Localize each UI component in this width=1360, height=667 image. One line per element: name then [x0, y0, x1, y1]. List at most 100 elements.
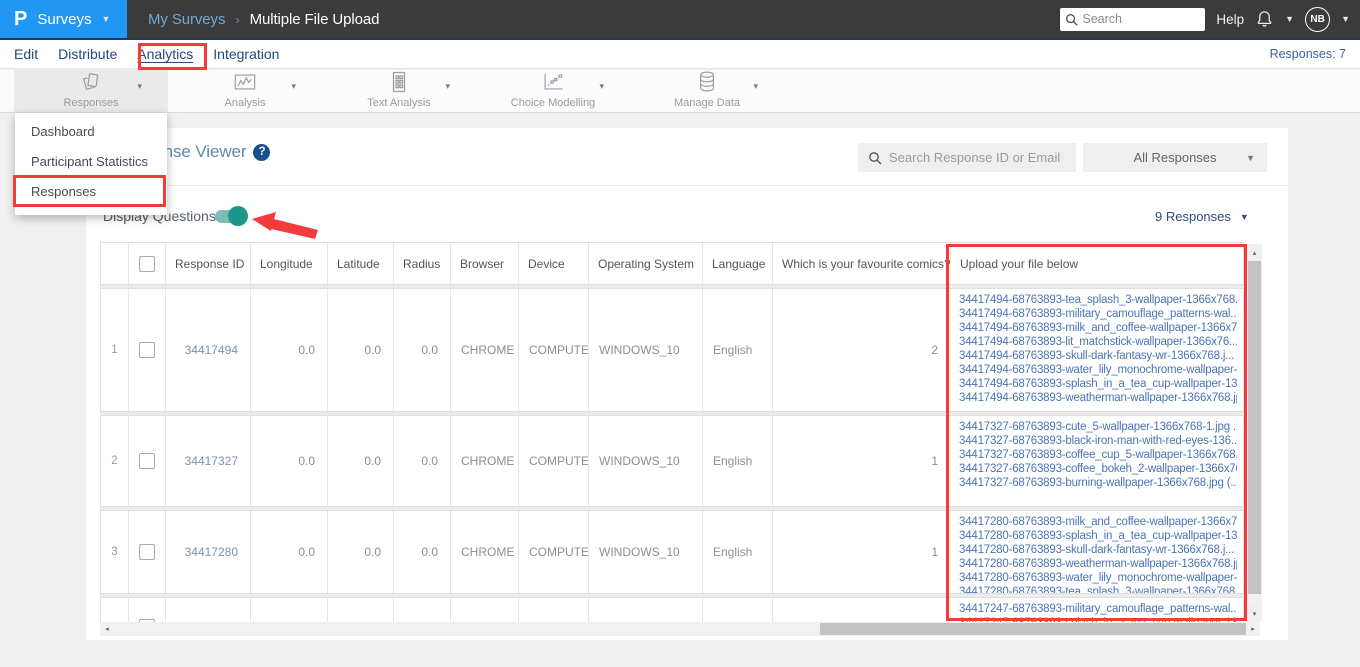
global-search-input[interactable] — [1082, 12, 1195, 26]
tab-distribute[interactable]: Distribute — [58, 46, 117, 62]
responses-counter[interactable]: Responses: 7 — [1270, 47, 1346, 61]
toolbar-analysis[interactable]: ▾ Analysis — [168, 70, 322, 112]
response-id-cell — [166, 598, 251, 622]
response-search-input[interactable] — [889, 150, 1061, 165]
column-header-which-is-your-favourite-comics[interactable]: Which is your favourite comics? — [773, 243, 951, 284]
product-menu-label: Surveys — [37, 10, 92, 28]
toolbar-label: Manage Data — [673, 97, 741, 109]
radius-cell — [394, 598, 451, 622]
scroll-right-icon[interactable]: ▸ — [1246, 622, 1260, 636]
top-bar: P Surveys ▼ My Surveys › Multiple File U… — [0, 0, 1360, 40]
language-cell: English — [703, 511, 773, 593]
global-search[interactable] — [1060, 7, 1206, 31]
os-cell: WINDOWS_10 — [589, 511, 703, 593]
notifications-bell-icon[interactable] — [1255, 9, 1274, 29]
search-icon — [869, 151, 882, 164]
device-cell — [519, 598, 589, 622]
horizontal-scroll-thumb[interactable] — [820, 623, 1246, 635]
toolbar-manage-data[interactable]: ▾ Manage Data — [630, 70, 784, 112]
column-header-radius[interactable]: Radius — [394, 243, 451, 284]
breadcrumb-parent[interactable]: My Surveys — [148, 11, 225, 28]
response-search[interactable] — [858, 143, 1076, 172]
row-checkbox[interactable] — [139, 453, 155, 469]
toolbar-label: Responses — [63, 97, 119, 109]
chevron-down-icon[interactable]: ▾ — [599, 81, 604, 92]
app-screen: P Surveys ▼ My Surveys › Multiple File U… — [0, 0, 1360, 667]
response-id-link[interactable]: 34417327 — [185, 454, 238, 468]
row-number-cell — [101, 598, 129, 622]
scroll-left-icon[interactable]: ◂ — [100, 622, 114, 636]
response-id-cell: 34417494 — [166, 289, 251, 411]
row-select-cell — [129, 289, 166, 411]
vertical-scroll-thumb[interactable] — [1248, 261, 1261, 594]
row-number-cell: 1 — [101, 289, 129, 411]
row-checkbox[interactable] — [139, 342, 155, 358]
response-filter-dropdown[interactable]: All Responses ▼ — [1083, 143, 1267, 172]
scroll-up-icon[interactable]: ▴ — [1247, 244, 1262, 261]
browser-cell: CHROME — [451, 289, 519, 411]
row-number-cell: 3 — [101, 511, 129, 593]
latitude-cell: 0.0 — [328, 511, 394, 593]
row-checkbox[interactable] — [139, 544, 155, 560]
device-cell: COMPUTER — [519, 289, 589, 411]
chevron-down-icon[interactable]: ▾ — [753, 81, 758, 92]
column-header-latitude[interactable]: Latitude — [328, 243, 394, 284]
chevron-down-icon[interactable]: ▾ — [137, 81, 142, 92]
device-cell: COMPUTER — [519, 416, 589, 506]
chevron-down-icon[interactable]: ▾ — [291, 81, 296, 92]
help-link[interactable]: Help — [1216, 12, 1244, 27]
column-header-operating-system[interactable]: Operating System — [589, 243, 703, 284]
language-cell: English — [703, 416, 773, 506]
analytics-toolbar: ▾ Responses ▾ Analysis ▾ Text Analysis ▾ Choice… — [0, 70, 1360, 113]
responses-count-dropdown[interactable]: 9 Responses ▼ — [1155, 209, 1249, 224]
browser-cell: CHROME — [451, 511, 519, 593]
longitude-cell — [251, 598, 328, 622]
tab-integration[interactable]: Integration — [213, 46, 279, 62]
horizontal-scrollbar[interactable]: ◂ ▸ — [100, 622, 1260, 636]
vertical-scrollbar[interactable]: ▴ ▾ — [1247, 244, 1262, 622]
latitude-cell — [328, 598, 394, 622]
select-all-cell — [129, 243, 166, 284]
toolbar-label: Choice Modelling — [510, 97, 596, 109]
chevron-down-icon[interactable]: ▼ — [1285, 14, 1294, 24]
toolbar-label: Text Analysis — [367, 97, 431, 109]
response-id-link[interactable]: 34417280 — [185, 545, 238, 559]
scroll-down-icon[interactable]: ▾ — [1247, 605, 1262, 622]
column-header-longitude[interactable]: Longitude — [251, 243, 328, 284]
column-header-device[interactable]: Device — [519, 243, 589, 284]
column-header-response-id[interactable]: Response ID▲ — [166, 243, 251, 284]
column-header-browser[interactable]: Browser — [451, 243, 519, 284]
responses-icon — [80, 71, 102, 98]
radius-cell: 0.0 — [394, 511, 451, 593]
select-all-checkbox[interactable] — [139, 255, 155, 272]
breadcrumb-separator-icon: › — [235, 11, 240, 27]
choice-modelling-icon — [541, 71, 565, 98]
text-analysis-icon — [389, 70, 409, 99]
comics-cell — [773, 598, 951, 622]
os-cell: WINDOWS_10 — [589, 416, 703, 506]
latitude-cell: 0.0 — [328, 416, 394, 506]
menu-item-dashboard[interactable]: Dashboard — [15, 117, 167, 147]
os-cell — [589, 598, 703, 622]
browser-cell: CHROME — [451, 416, 519, 506]
column-header-language[interactable]: Language — [703, 243, 773, 284]
divider — [86, 185, 1288, 186]
tab-edit[interactable]: Edit — [14, 46, 38, 62]
chevron-down-icon: ▼ — [101, 14, 111, 24]
product-menu[interactable]: P Surveys ▼ — [0, 0, 127, 38]
toolbar-choice-modelling[interactable]: ▾ Choice Modelling — [476, 70, 630, 112]
chevron-down-icon: ▼ — [1239, 211, 1249, 222]
chevron-down-icon[interactable]: ▾ — [445, 81, 450, 92]
response-id-link[interactable]: 34417494 — [185, 343, 238, 357]
topbar-actions: Help ▼ NB ▼ — [1060, 6, 1360, 32]
menu-item-participant-statistics[interactable]: Participant Statistics — [15, 147, 167, 177]
responses-count-label: 9 Responses — [1155, 209, 1231, 224]
questionpro-logo-icon: P — [14, 7, 28, 30]
chevron-down-icon[interactable]: ▼ — [1341, 14, 1350, 24]
annotation-arrow-icon — [252, 212, 318, 239]
display-questions-toggle-knob[interactable] — [228, 206, 248, 226]
toolbar-text-analysis[interactable]: ▾ Text Analysis — [322, 70, 476, 112]
help-question-icon[interactable]: ? — [253, 143, 271, 161]
toolbar-responses[interactable]: ▾ Responses — [14, 70, 168, 112]
user-avatar[interactable]: NB — [1305, 6, 1331, 32]
